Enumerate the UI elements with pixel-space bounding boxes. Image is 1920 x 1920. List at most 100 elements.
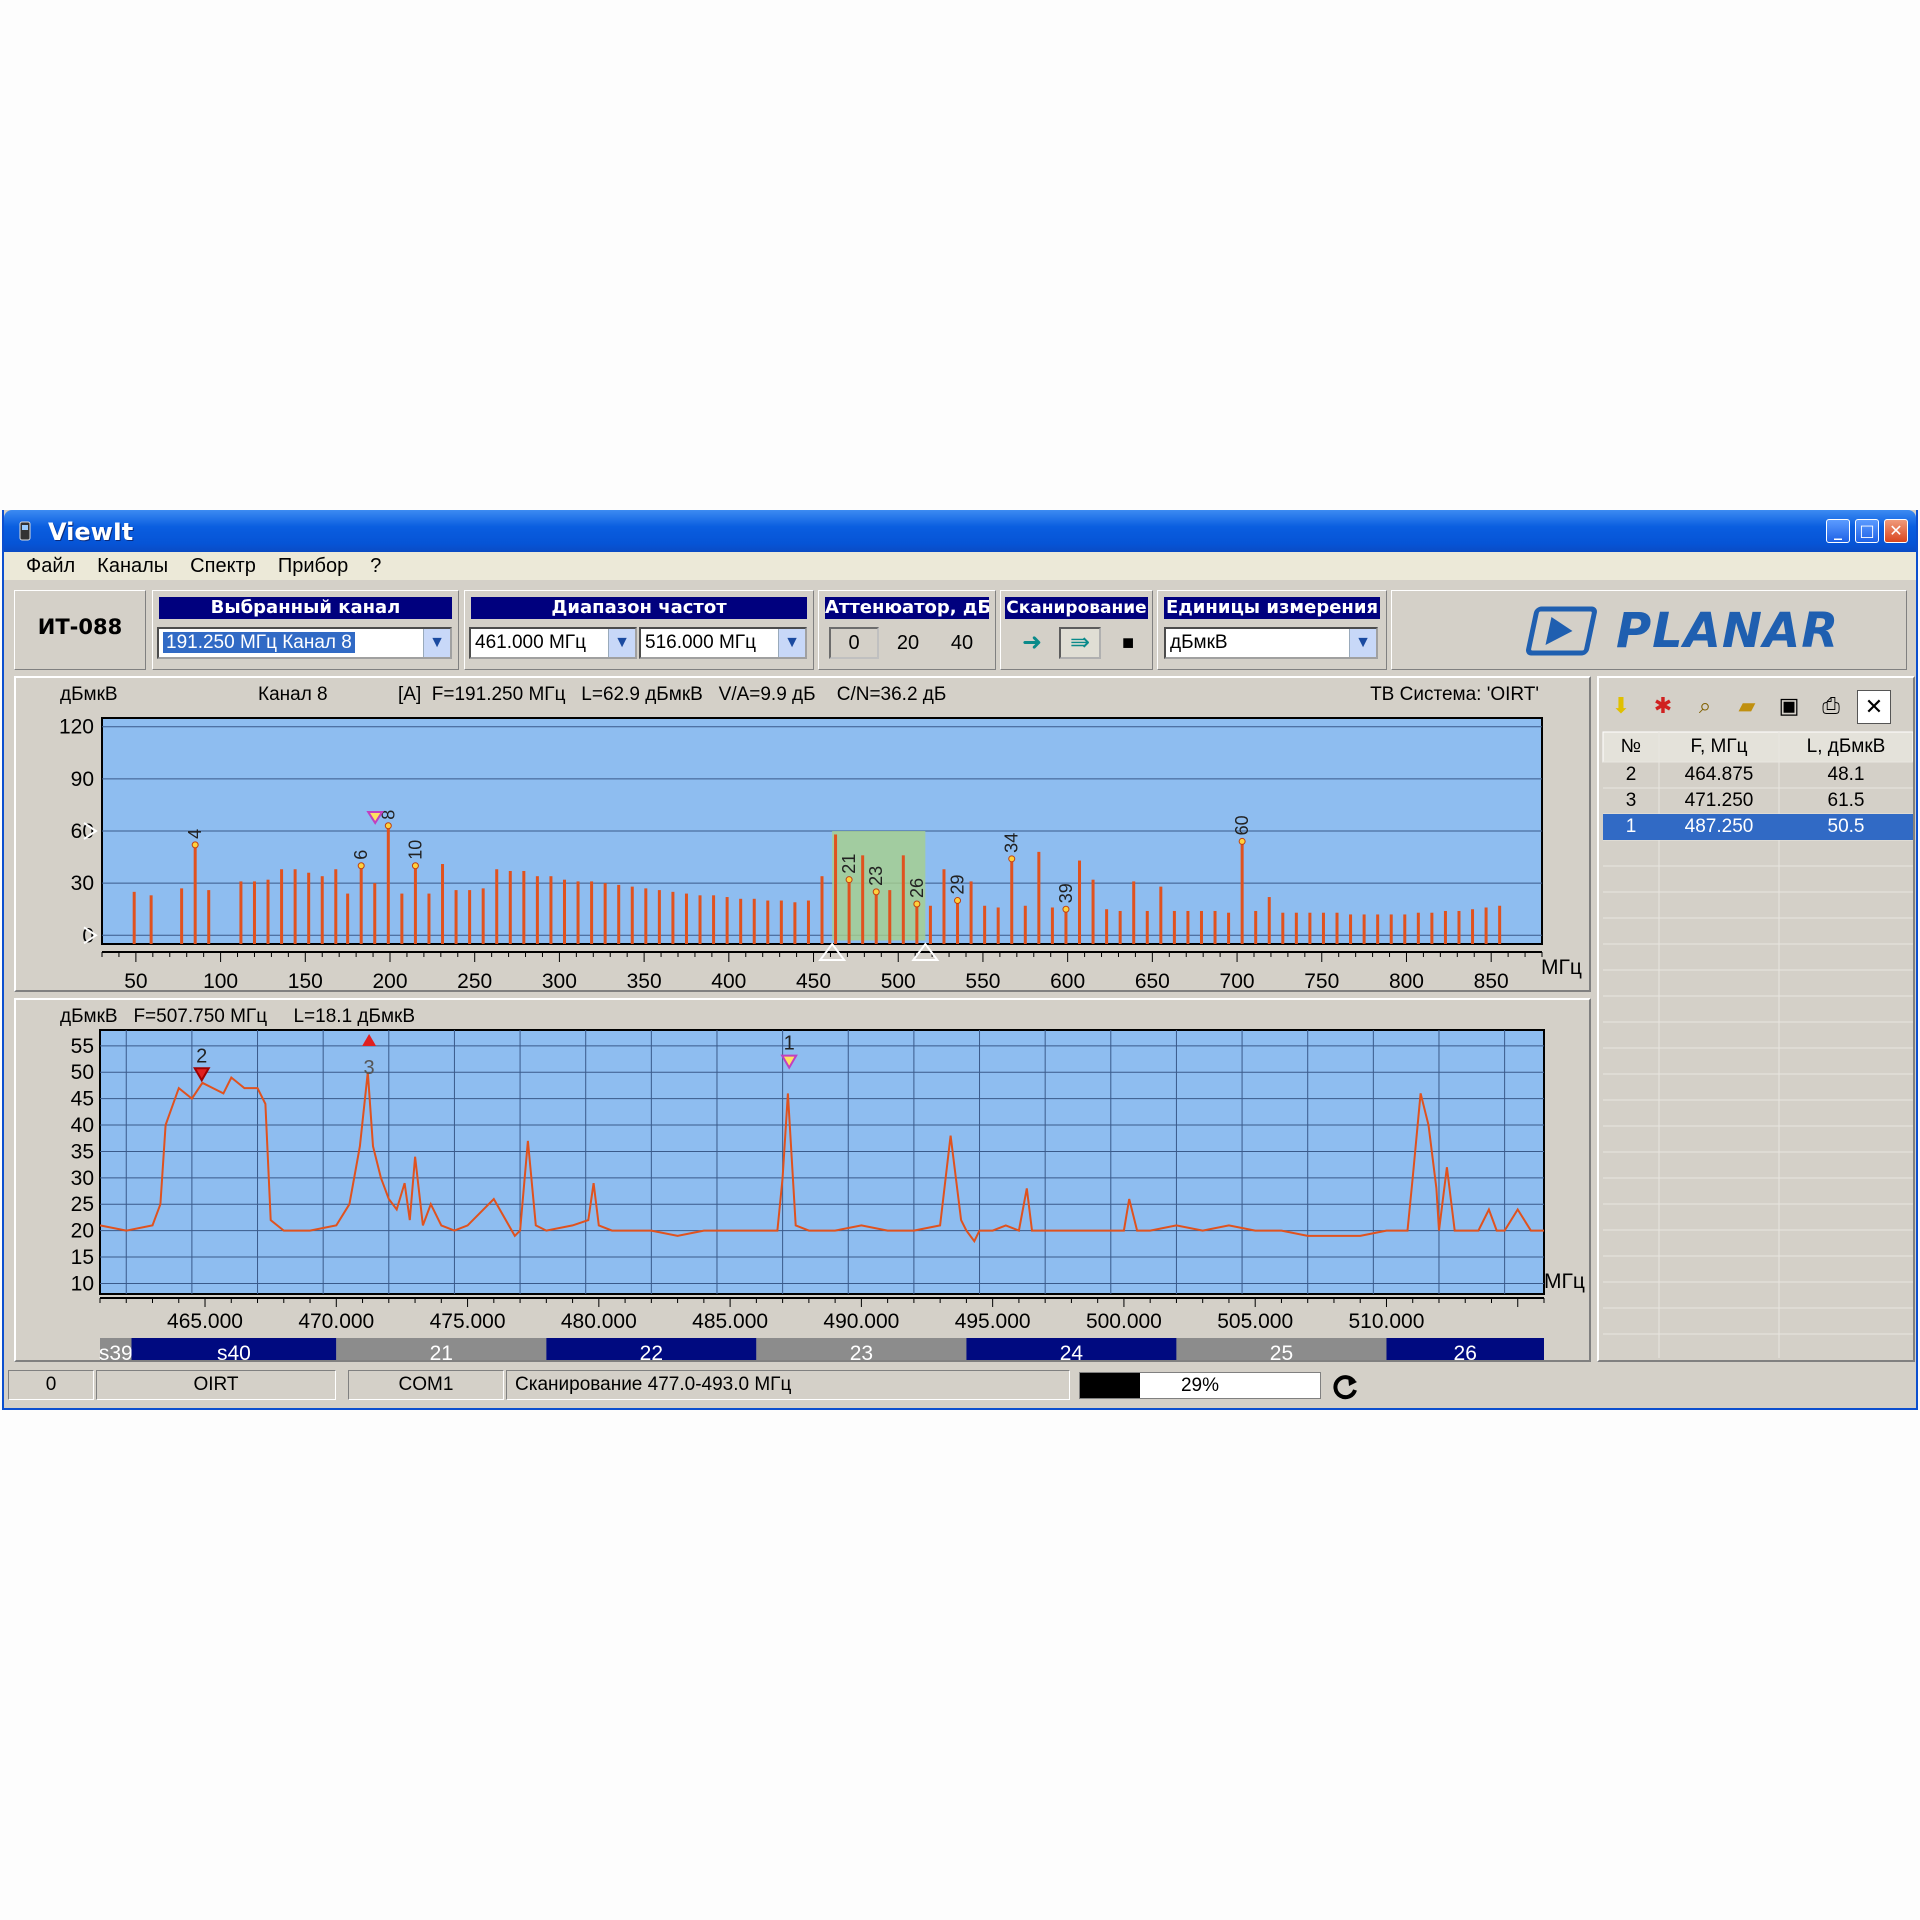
spectrum-bar (386, 825, 390, 944)
spectrum-bar (644, 888, 648, 944)
channel-number-label: 39 (1056, 883, 1076, 903)
range-label: Диапазон частот (471, 597, 807, 619)
spectrum-bar (847, 879, 851, 944)
marker-add-icon[interactable]: ✱ (1645, 688, 1681, 724)
spectrum-bar (427, 893, 431, 944)
units-group: Единицы измерения дБмкВ ▼ (1157, 590, 1387, 670)
spectrum-bar (1064, 909, 1068, 944)
scan-group: Сканирование ➜ ⇛ ■ (1000, 590, 1153, 670)
detail-spectrum-chart[interactable]: 55504540353025201510231465.000 470.000 475… (16, 1000, 1589, 1360)
spectrum-bar (441, 864, 445, 944)
refresh-icon[interactable] (1330, 1372, 1360, 1402)
attenuator-0-button[interactable]: 0 (829, 627, 879, 659)
spectrum-bar (1308, 912, 1312, 944)
range-stop-select[interactable]: 516.000 МГц ▼ (639, 627, 807, 659)
spectrum-bar (132, 891, 136, 944)
spectrum-bar (1294, 912, 1298, 944)
table-row[interactable]: 2 464.875 48.1 (1603, 762, 1913, 788)
header-level[interactable]: L, дБмкВ (1779, 732, 1913, 762)
channel-band-label: 24 (1060, 1342, 1084, 1360)
menu-spectrum[interactable]: Спектр (179, 552, 267, 580)
spectrum-bar (942, 869, 946, 944)
spectrum-bar (888, 890, 892, 944)
zoom-search-icon[interactable]: ⌕ (1687, 688, 1723, 724)
x-tick-label: 465.000 (167, 1310, 243, 1333)
status-message: Сканирование 477.0-493.0 МГц (506, 1370, 1070, 1400)
channel-select[interactable]: 191.250 МГц Канал 8 ▼ (157, 627, 452, 659)
channel-band-label: s39 (99, 1342, 133, 1360)
save-icon[interactable]: ▣ (1771, 688, 1807, 724)
spectrum-bar (495, 869, 499, 944)
stop-icon[interactable]: ■ (1107, 627, 1149, 659)
channel-number-label: 21 (839, 854, 859, 874)
marker-frequency: 464.875 (1684, 764, 1754, 785)
table-row[interactable]: 1 487.250 50.5 (1603, 814, 1913, 840)
spectrum-bar (996, 907, 1000, 944)
arrow-down-icon[interactable]: ⬇ (1603, 688, 1639, 724)
spectrum-bar (779, 900, 783, 944)
peak-dot (1008, 855, 1016, 863)
y-tick-label: 35 (71, 1140, 94, 1163)
channel-band-label: 21 (430, 1342, 453, 1360)
spectrum-bar (576, 881, 580, 944)
spectrum-bar (590, 881, 594, 944)
x-tick-label: 485.000 (692, 1310, 768, 1333)
spectrum-bar (806, 900, 810, 944)
spectrum-bar (549, 876, 553, 944)
channel-band-label: s40 (217, 1342, 251, 1360)
x-tick-label: 475.000 (430, 1310, 506, 1333)
peak-dot (1238, 837, 1246, 845)
title-bar[interactable]: ViewIt _ □ ✕ (4, 510, 1916, 552)
range-start-value: 461.000 МГц (475, 632, 586, 653)
chevron-down-icon[interactable]: ▼ (1349, 629, 1376, 657)
menu-bar: Файл Каналы Спектр Прибор? (4, 552, 1916, 580)
channel-spectrum-chart[interactable]: 1209060300486 10212326 2934396050 100 150 200… (16, 678, 1589, 990)
peak-dot (872, 888, 880, 896)
units-value: дБмкВ (1170, 632, 1228, 653)
menu-channels[interactable]: Каналы (86, 552, 179, 580)
y-tick-label: 40 (71, 1114, 94, 1137)
header-number[interactable]: № (1603, 732, 1659, 762)
spectrum-bar (793, 902, 797, 944)
maximize-button[interactable]: □ (1855, 519, 1879, 543)
minimize-button[interactable]: _ (1826, 519, 1850, 543)
print-preview-icon[interactable]: ⎙ (1813, 688, 1849, 724)
menu-device[interactable]: Прибор (267, 552, 359, 580)
table-row[interactable]: 3 471.250 61.5 (1603, 788, 1913, 814)
x-tick-label: 850 (1474, 970, 1509, 990)
chevron-down-icon[interactable]: ▼ (608, 629, 635, 657)
menu-file[interactable]: Файл (4, 552, 86, 580)
attenuator-20-button[interactable]: 20 (883, 627, 933, 659)
spectrum-bar (861, 855, 865, 944)
scan-once-icon[interactable]: ➜ (1011, 627, 1053, 659)
x-tick-label: 50 (124, 970, 147, 990)
scan-continuous-icon[interactable]: ⇛ (1059, 627, 1101, 659)
units-select[interactable]: дБмкВ ▼ (1164, 627, 1378, 659)
progress-text: 29% (1180, 1375, 1220, 1396)
marker-frequency: 487.250 (1684, 816, 1754, 837)
spectrum-bar (1159, 886, 1163, 944)
menu-help[interactable]: ? (359, 552, 392, 580)
header-frequency[interactable]: F, МГц (1659, 732, 1779, 762)
marker-level: 48.1 (1827, 764, 1865, 785)
device-name: ИТ-088 (37, 615, 123, 639)
spectrum-bar (293, 869, 297, 944)
range-start-select[interactable]: 461.000 МГц ▼ (469, 627, 637, 659)
y-tick-label: 10 (71, 1272, 94, 1295)
channel-spectrum-panel: дБмкВ Канал 8 [A] F=191.250 МГц L=62.9 д… (14, 676, 1591, 992)
chevron-down-icon[interactable]: ▼ (423, 629, 450, 657)
spectrum-bar (1267, 897, 1271, 944)
spectrum-bar (1023, 905, 1027, 944)
x-tick-label: 505.000 (1217, 1310, 1293, 1333)
channel-band-label: 25 (1270, 1342, 1293, 1360)
folder-open-icon[interactable]: ▰ (1729, 688, 1765, 724)
attenuator-40-button[interactable]: 40 (937, 627, 987, 659)
y-tick-label: 30 (71, 872, 94, 895)
close-icon[interactable]: ✕ (1857, 690, 1891, 724)
spectrum-bar (617, 884, 621, 944)
close-button[interactable]: ✕ (1884, 519, 1908, 543)
spectrum-bar (1389, 914, 1393, 944)
chevron-down-icon[interactable]: ▼ (778, 629, 805, 657)
spectrum-bar (1281, 912, 1285, 944)
y-tick-label: 90 (71, 768, 94, 791)
